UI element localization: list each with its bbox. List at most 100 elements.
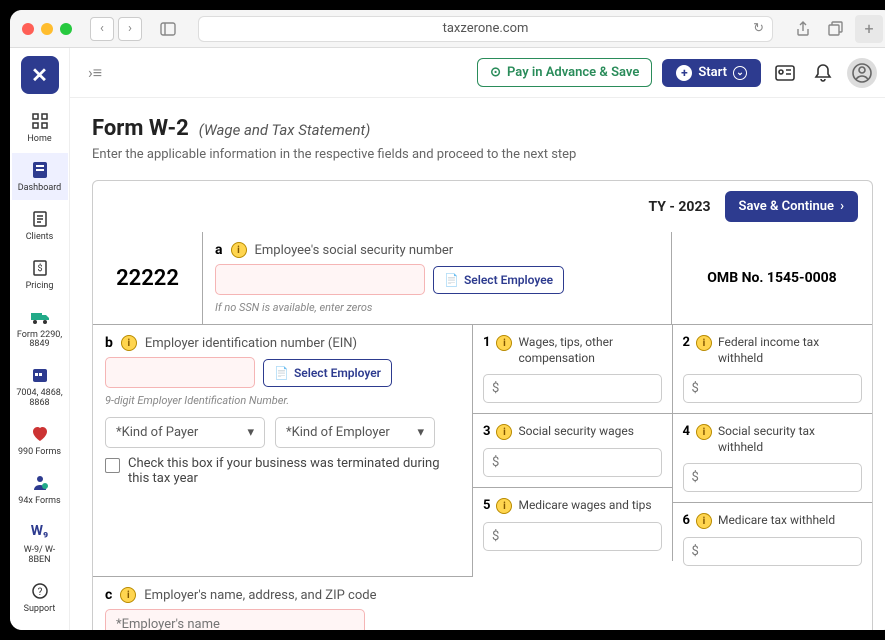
- nav-buttons: ‹ ›: [90, 17, 142, 41]
- kind-of-payer-select[interactable]: *Kind of Payer ▾: [105, 417, 265, 448]
- box-number: 4: [683, 424, 690, 439]
- sidebar-item-form-2290[interactable]: Form 2290, 8849: [12, 300, 68, 357]
- chevron-down-icon: ⌄: [733, 66, 747, 80]
- box-2-input[interactable]: [683, 374, 863, 403]
- svg-text:$: $: [37, 263, 42, 274]
- field-b-label: b i Employer identification number (EIN): [105, 335, 460, 351]
- box-5-input[interactable]: [483, 522, 662, 551]
- terminated-checkbox[interactable]: [105, 458, 120, 473]
- info-icon[interactable]: i: [121, 335, 137, 351]
- ssn-input[interactable]: [215, 264, 425, 295]
- box-b: b i Employer identification number (EIN)…: [93, 325, 473, 576]
- sidebar-label: Clients: [26, 233, 54, 243]
- sidebar-item-support[interactable]: ? Support: [12, 574, 68, 621]
- plus-circle-icon: +: [676, 65, 692, 81]
- collapse-icon[interactable]: ›≡: [88, 63, 102, 83]
- box-2-label: Federal income tax withheld: [718, 335, 862, 366]
- app-logo[interactable]: ✕: [21, 56, 59, 94]
- sidebar-item-pricing[interactable]: $ Pricing: [12, 251, 68, 298]
- share-icon[interactable]: [791, 17, 815, 41]
- sidebar-item-w9[interactable]: W₉ W-9/ W-8BEN: [12, 515, 68, 572]
- browser-chrome: ‹ › taxzerone.com ↻ +: [10, 10, 885, 48]
- minimize-window[interactable]: [41, 23, 53, 35]
- select-employee-button[interactable]: 📄 Select Employee: [433, 266, 564, 294]
- letter-c: c: [105, 587, 112, 603]
- kind-of-employer-select[interactable]: *Kind of Employer ▾: [275, 417, 435, 448]
- ssn-label: Employee's social security number: [255, 243, 454, 258]
- sidebar-label: Form 2290, 8849: [14, 331, 66, 351]
- sidebar-item-990[interactable]: 990 Forms: [12, 417, 68, 464]
- start-button[interactable]: + Start ⌄: [662, 59, 761, 87]
- top-bar: ›≡ ⊙ Pay in Advance & Save + Start ⌄: [70, 48, 885, 98]
- pay-advance-button[interactable]: ⊙ Pay in Advance & Save: [477, 58, 652, 87]
- row-1: b i Employer identification number (EIN)…: [93, 325, 872, 576]
- info-icon[interactable]: i: [696, 424, 712, 440]
- save-label: Save & Continue: [739, 199, 835, 214]
- box-2: 2 i Federal income tax withheld: [673, 325, 873, 414]
- user-avatar[interactable]: [847, 58, 877, 88]
- document-icon: 📄: [274, 366, 289, 380]
- id-card-icon[interactable]: [771, 59, 799, 87]
- info-icon[interactable]: i: [696, 335, 712, 351]
- heart-icon: [29, 423, 51, 445]
- browser-window: ‹ › taxzerone.com ↻ + ✕ Ho: [10, 10, 885, 630]
- box-3-label: Social security wages: [518, 424, 661, 440]
- letter-b: b: [105, 335, 113, 351]
- sidebar-label: Dashboard: [18, 184, 62, 194]
- home-icon: [29, 110, 51, 132]
- box-1-input[interactable]: [483, 374, 662, 403]
- boxes-1-3-5: 1 i Wages, tips, other compensation 3 i: [473, 325, 673, 576]
- back-button[interactable]: ‹: [90, 17, 114, 41]
- box-6-label: Medicare tax withheld: [718, 513, 862, 529]
- info-icon[interactable]: i: [696, 513, 712, 529]
- save-continue-button[interactable]: Save & Continue ›: [725, 191, 858, 222]
- box-5-label: Medicare wages and tips: [518, 498, 661, 514]
- url-bar[interactable]: taxzerone.com ↻: [198, 16, 773, 42]
- box-6: 6 i Medicare tax withheld: [673, 503, 873, 576]
- forward-button[interactable]: ›: [118, 17, 142, 41]
- sidebar-item-clients[interactable]: Clients: [12, 202, 68, 249]
- ssn-hint: If no SSN is available, enter zeros: [215, 301, 659, 314]
- sidebar-toggle-icon[interactable]: [156, 17, 180, 41]
- new-tab-button[interactable]: +: [855, 15, 883, 43]
- row-c: c i Employer's name, address, and ZIP co…: [93, 576, 473, 630]
- sidebar-label: W-9/ W-8BEN: [14, 546, 66, 566]
- support-icon: ?: [29, 580, 51, 602]
- info-icon[interactable]: i: [496, 424, 512, 440]
- sidebar-item-home[interactable]: Home: [12, 104, 68, 151]
- close-window[interactable]: [22, 23, 34, 35]
- sidebar-item-7004[interactable]: 7004, 4868, 8868: [12, 358, 68, 415]
- tabs-icon[interactable]: [823, 17, 847, 41]
- bell-icon[interactable]: [809, 59, 837, 87]
- svg-text:?: ?: [37, 587, 42, 598]
- select-employer-button[interactable]: 📄 Select Employer: [263, 359, 392, 387]
- box-3-input[interactable]: [483, 448, 662, 477]
- chevron-down-icon: ▾: [417, 425, 424, 440]
- sidebar-item-dashboard[interactable]: Dashboard: [12, 153, 68, 200]
- url-text: taxzerone.com: [443, 21, 529, 36]
- field-c-label: c i Employer's name, address, and ZIP co…: [105, 587, 461, 603]
- box-22222: 22222: [93, 232, 203, 324]
- payer-employer-selects: *Kind of Payer ▾ *Kind of Employer ▾: [105, 417, 460, 448]
- ein-input[interactable]: [105, 357, 255, 388]
- box-6-input[interactable]: [683, 537, 863, 566]
- info-icon[interactable]: i: [496, 498, 512, 514]
- dollar-icon: ⊙: [490, 65, 501, 80]
- sidebar-item-94x[interactable]: 94x Forms: [12, 466, 68, 513]
- ssn-field-row: 📄 Select Employee: [215, 264, 659, 295]
- info-icon[interactable]: i: [231, 242, 247, 258]
- boxes-2-4-6: 2 i Federal income tax withheld 4 i: [673, 325, 873, 576]
- pay-label: Pay in Advance & Save: [507, 65, 639, 80]
- sidebar-label: 7004, 4868, 8868: [14, 389, 66, 409]
- ein-field-row: 📄 Select Employer: [105, 357, 460, 388]
- main-area: ›≡ ⊙ Pay in Advance & Save + Start ⌄: [70, 48, 885, 630]
- letter-a: a: [215, 242, 223, 258]
- info-icon[interactable]: i: [120, 587, 136, 603]
- box-4-input[interactable]: [683, 463, 863, 492]
- sidebar-label: 990 Forms: [18, 448, 61, 458]
- sidebar-label: Home: [27, 135, 51, 145]
- page-header: Form W-2 (Wage and Tax Statement) Enter …: [92, 116, 873, 162]
- reload-icon[interactable]: ↻: [753, 21, 764, 36]
- maximize-window[interactable]: [60, 23, 72, 35]
- info-icon[interactable]: i: [496, 335, 512, 351]
